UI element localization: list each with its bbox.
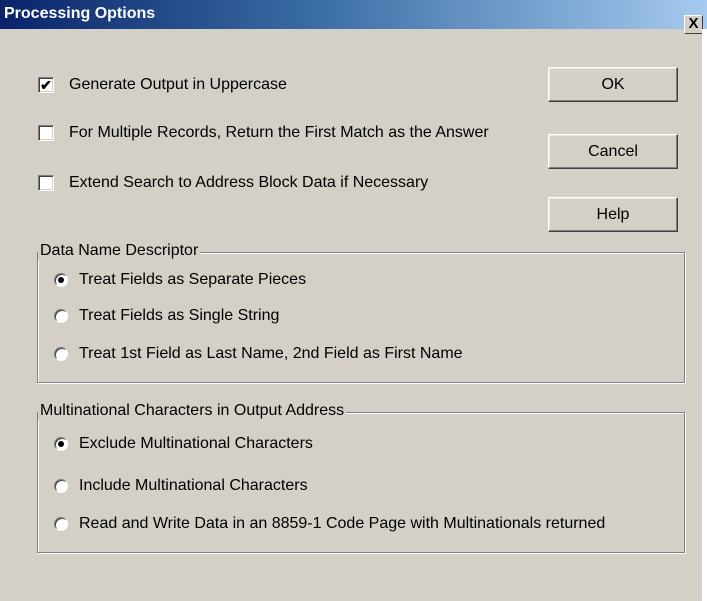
radio-8859-code-page-button[interactable] — [54, 517, 68, 531]
window-title: Processing Options — [4, 5, 156, 22]
radio-include-multinational-button[interactable] — [54, 479, 68, 493]
help-button[interactable]: Help — [548, 197, 678, 232]
extend-search-checkbox[interactable] — [38, 175, 54, 191]
uppercase-option[interactable]: ✔ Generate Output in Uppercase — [38, 74, 287, 96]
extend-search-option[interactable]: Extend Search to Address Block Data if N… — [38, 172, 428, 194]
radio-include-multinational-label: Include Multinational Characters — [79, 477, 308, 494]
first-match-option[interactable]: For Multiple Records, Return the First M… — [38, 122, 489, 144]
radio-exclude-multinational-button[interactable] — [54, 437, 68, 451]
radio-include-multinational[interactable]: Include Multinational Characters — [54, 475, 308, 497]
data-name-descriptor-group: Data Name Descriptor Treat Fields as Sep… — [37, 242, 685, 383]
radio-last-first-name-button[interactable] — [54, 347, 68, 361]
data-name-descriptor-title: Data Name Descriptor — [38, 242, 201, 260]
radio-separate-pieces-label: Treat Fields as Separate Pieces — [79, 271, 307, 288]
processing-options-dialog: Processing Options X ✔ Generate Output i… — [0, 0, 707, 601]
first-match-label: For Multiple Records, Return the First M… — [69, 124, 489, 141]
radio-last-first-name[interactable]: Treat 1st Field as Last Name, 2nd Field … — [54, 343, 463, 365]
dialog-edge — [702, 29, 707, 601]
ok-button[interactable]: OK — [548, 67, 678, 102]
uppercase-label: Generate Output in Uppercase — [69, 76, 287, 93]
radio-exclude-multinational[interactable]: Exclude Multinational Characters — [54, 433, 313, 455]
first-match-checkbox[interactable] — [38, 125, 54, 141]
radio-separate-pieces-button[interactable] — [54, 273, 68, 287]
uppercase-checkbox[interactable]: ✔ — [38, 77, 54, 93]
radio-8859-code-page[interactable]: Read and Write Data in an 8859-1 Code Pa… — [54, 513, 605, 535]
radio-exclude-multinational-label: Exclude Multinational Characters — [79, 435, 313, 452]
radio-single-string-button[interactable] — [54, 309, 68, 323]
radio-separate-pieces[interactable]: Treat Fields as Separate Pieces — [54, 269, 306, 291]
radio-single-string-label: Treat Fields as Single String — [79, 307, 280, 324]
close-icon[interactable]: X — [684, 15, 703, 34]
cancel-button[interactable]: Cancel — [548, 134, 678, 169]
radio-8859-code-page-label: Read and Write Data in an 8859-1 Code Pa… — [79, 515, 606, 532]
radio-single-string[interactable]: Treat Fields as Single String — [54, 305, 279, 327]
multinational-title: Multinational Characters in Output Addre… — [38, 402, 347, 420]
extend-search-label: Extend Search to Address Block Data if N… — [69, 174, 429, 191]
multinational-group: Multinational Characters in Output Addre… — [37, 402, 685, 553]
radio-last-first-name-label: Treat 1st Field as Last Name, 2nd Field … — [79, 345, 463, 362]
title-bar[interactable]: Processing Options — [0, 0, 707, 29]
